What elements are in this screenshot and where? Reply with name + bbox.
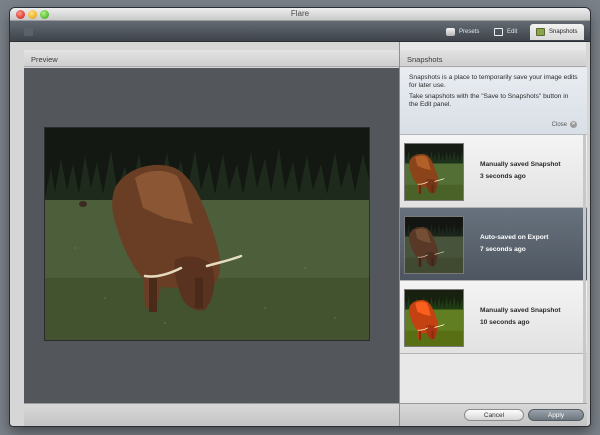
tab-snapshots-label: Snapshots [549, 29, 578, 35]
snapshot-item[interactable]: Manually saved Snapshot 3 seconds ago [400, 135, 587, 208]
info-close-button[interactable]: Close ✕ [552, 121, 577, 129]
info-text-1: Snapshots is a place to temporarily save… [409, 74, 578, 90]
preview-footer [24, 403, 399, 426]
preview-header: Preview [24, 50, 399, 67]
snapshot-title: Auto-saved on Export [480, 234, 549, 241]
tab-snapshots[interactable]: Snapshots [530, 24, 584, 40]
snapshots-pane: Snapshots Snapshots is a place to tempor… [399, 42, 587, 426]
snapshots-footer: Cancel Apply [400, 403, 587, 426]
disabled-toolbar-icon [24, 27, 33, 36]
snapshot-list: Manually saved Snapshot 3 seconds ago Au… [400, 135, 587, 354]
tab-presets[interactable]: Presets [440, 24, 485, 40]
snapshot-title: Manually saved Snapshot [480, 307, 561, 314]
close-icon: ✕ [570, 121, 577, 129]
snapshot-title: Manually saved Snapshot [480, 161, 561, 168]
snapshot-thumbnail [404, 289, 464, 347]
snapshots-icon [536, 28, 545, 36]
tab-presets-label: Presets [459, 29, 480, 35]
disabled-toolbar-button [24, 26, 36, 37]
presets-icon [446, 28, 455, 36]
preview-image [44, 127, 370, 341]
edit-icon [494, 28, 503, 36]
snapshot-thumbnail [404, 216, 464, 274]
preview-pane: Preview [24, 42, 399, 426]
apply-button[interactable]: Apply [528, 409, 584, 421]
snapshot-time: 7 seconds ago [480, 246, 526, 253]
snapshots-info-box: Snapshots is a place to temporarily save… [400, 68, 587, 135]
title-bar: Flare [10, 8, 590, 21]
info-text-2: Take snapshots with the "Save to Snapsho… [409, 92, 569, 109]
tab-edit[interactable]: Edit [488, 24, 523, 40]
window-title: Flare [290, 9, 310, 18]
info-close-label: Close [551, 121, 567, 128]
tab-edit-label: Edit [507, 29, 518, 35]
snapshot-time: 3 seconds ago [480, 173, 526, 180]
snapshot-list-scrollbar[interactable] [583, 135, 586, 403]
snapshot-time: 10 seconds ago [480, 319, 530, 326]
snapshots-header: Snapshots [400, 50, 586, 67]
flare-window: Flare Presets Edit Snapshots Preview Sna… [10, 8, 590, 426]
cancel-button[interactable]: Cancel [464, 409, 524, 421]
preview-canvas [24, 68, 399, 403]
toolbar: Presets Edit Snapshots [10, 21, 590, 42]
snapshot-item[interactable]: Manually saved Snapshot 10 seconds ago [400, 281, 587, 354]
snapshot-item[interactable]: Auto-saved on Export 7 seconds ago [400, 208, 587, 281]
snapshot-thumbnail [404, 143, 464, 201]
